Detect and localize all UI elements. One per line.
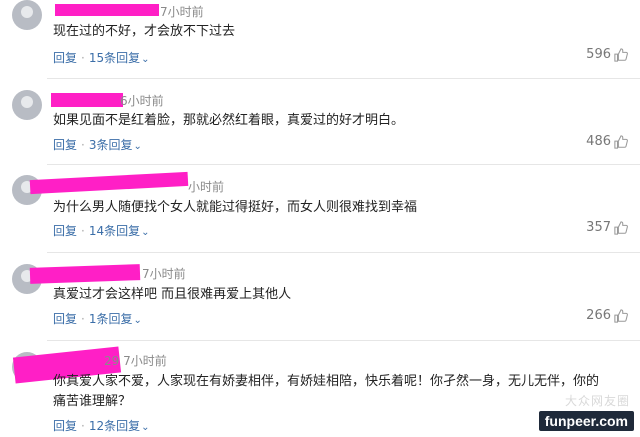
replies-count-link[interactable]: 14条回复 [89, 224, 140, 238]
chevron-down-icon[interactable]: ⌄ [133, 141, 141, 152]
comment-actions: 回复 · 14条回复⌄ [53, 222, 150, 239]
divider [47, 164, 640, 165]
comment-actions: 回复 · 3条回复⌄ [53, 136, 142, 153]
like-count: 596 [586, 47, 611, 62]
separator-dot: · [81, 419, 85, 433]
comment-time: 6小时前 [120, 94, 164, 108]
like-count: 357 [586, 220, 611, 235]
comment-actions: 回复 · 1条回复⌄ [53, 310, 142, 327]
divider [47, 252, 640, 253]
separator-dot: · [81, 224, 85, 238]
like-button[interactable]: 486 [586, 134, 628, 149]
comment-text: 真爱过才会这样吧 而且很难再爱上其他人 [53, 287, 292, 302]
separator-dot: · [81, 51, 85, 65]
comment-actions: 回复 · 15条回复⌄ [53, 49, 150, 66]
chevron-down-icon[interactable]: ⌄ [141, 422, 149, 433]
thumbs-up-icon[interactable] [614, 47, 628, 62]
replies-count-link[interactable]: 12条回复 [89, 419, 140, 433]
thumbs-up-icon[interactable] [614, 134, 628, 149]
like-count: 266 [586, 308, 611, 323]
thumbs-up-icon[interactable] [614, 308, 628, 323]
reply-button[interactable]: 回复 [53, 312, 77, 326]
like-button[interactable]: 266 [586, 308, 628, 323]
comment-text: 你真爱人家不爱，人家现在有娇妻相伴，有娇娃相陪，快乐着呢！你孑然一身，无儿无伴，… [53, 374, 600, 409]
replies-count-link[interactable]: 15条回复 [89, 51, 140, 65]
like-button[interactable]: 596 [586, 47, 628, 62]
reply-button[interactable]: 回复 [53, 138, 77, 152]
reply-button[interactable]: 回复 [53, 51, 77, 65]
reply-button[interactable]: 回复 [53, 224, 77, 238]
comment-text: 如果见面不是红着脸，那就必然红着眼，真爱过的好才明白。 [53, 113, 405, 128]
divider [47, 340, 640, 341]
replies-count-link[interactable]: 3条回复 [89, 138, 133, 152]
separator-dot: · [81, 138, 85, 152]
redacted-username [55, 4, 159, 16]
watermark-logo: funpeer.com [538, 411, 634, 431]
replies-count-link[interactable]: 1条回复 [89, 312, 133, 326]
comment-text: 现在过的不好，才会放不下过去 [53, 24, 236, 39]
comment-time: 7小时前 [142, 267, 186, 281]
avatar[interactable] [12, 0, 42, 30]
separator-dot: · [81, 312, 85, 326]
thumbs-up-icon[interactable] [614, 220, 628, 235]
chevron-down-icon[interactable]: ⌄ [141, 227, 149, 238]
comment-time: 29 7小时前 [104, 354, 167, 368]
comment-actions: 回复 · 12条回复⌄ [53, 417, 150, 434]
watermark-faint-text: 大众网友圈 [564, 394, 630, 408]
avatar[interactable] [12, 90, 42, 120]
comment-time: 小时前 [188, 180, 225, 194]
chevron-down-icon[interactable]: ⌄ [141, 54, 149, 65]
comment-time: 7小时前 [160, 5, 204, 19]
redacted-username [51, 93, 123, 107]
redacted-username [29, 171, 189, 195]
reply-button[interactable]: 回复 [53, 419, 77, 433]
chevron-down-icon[interactable]: ⌄ [133, 315, 141, 326]
like-button[interactable]: 357 [586, 220, 628, 235]
divider [47, 78, 640, 79]
redacted-username [29, 264, 141, 284]
comment-text: 为什么男人随便找个女人就能过得挺好，而女人则很难找到幸福 [53, 200, 418, 215]
comment-list: { "comments": [ {"time": "7小时前", "text":… [0, 0, 640, 437]
like-count: 486 [586, 134, 611, 149]
